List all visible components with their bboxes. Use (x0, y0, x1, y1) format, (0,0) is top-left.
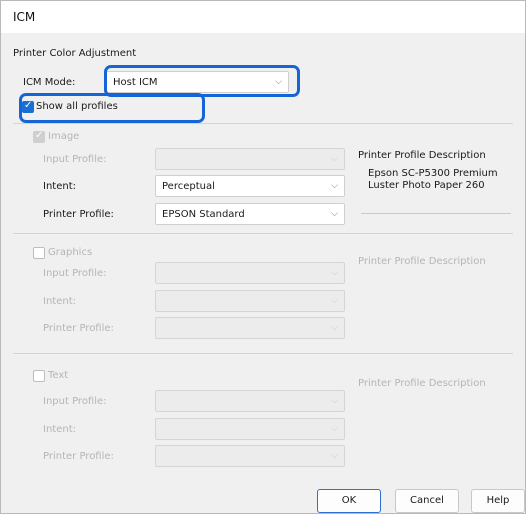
image-printer-profile-select[interactable]: EPSON Standard ⌵ (155, 203, 345, 225)
text-intent-label: Intent: (43, 424, 76, 435)
chevron-down-icon: ⌵ (331, 451, 338, 461)
text-input-profile-select[interactable]: ⌵ (155, 390, 345, 412)
divider (13, 123, 513, 124)
chevron-down-icon: ⌵ (331, 396, 338, 406)
text-intent-select[interactable]: ⌵ (155, 418, 345, 440)
icm-mode-label: ICM Mode: (23, 77, 76, 88)
chevron-down-icon: ⌵ (331, 296, 338, 306)
image-input-profile-label: Input Profile: (43, 154, 107, 165)
ok-button[interactable]: OK (317, 489, 381, 513)
graphics-printer-profile-select[interactable]: ⌵ (155, 317, 345, 339)
image-intent-select[interactable]: Perceptual ⌵ (155, 175, 345, 197)
image-printer-profile-value: EPSON Standard (162, 209, 245, 220)
help-button[interactable]: Help (471, 489, 525, 513)
cancel-button[interactable]: Cancel (395, 489, 459, 513)
text-input-profile-label: Input Profile: (43, 396, 107, 407)
title-bar: ICM (1, 1, 525, 33)
image-label: Image (48, 131, 80, 142)
image-printer-profile-label: Printer Profile: (43, 209, 114, 220)
image-description-line1: Epson SC-P5300 Premium (368, 168, 498, 179)
graphics-checkbox[interactable] (33, 247, 45, 259)
chevron-down-icon: ⌵ (331, 154, 338, 164)
divider (13, 233, 513, 234)
graphics-description-title: Printer Profile Description (358, 256, 486, 267)
image-intent-value: Perceptual (162, 181, 215, 192)
text-printer-profile-select[interactable]: ⌵ (155, 445, 345, 467)
show-all-profiles-highlight (19, 93, 205, 123)
image-description-title: Printer Profile Description (358, 150, 486, 161)
graphics-label: Graphics (48, 247, 93, 258)
divider (13, 353, 513, 354)
image-intent-label: Intent: (43, 181, 76, 192)
image-description-line2: Luster Photo Paper 260 (368, 180, 485, 191)
graphics-intent-label: Intent: (43, 296, 76, 307)
text-description-title: Printer Profile Description (358, 378, 486, 389)
chevron-down-icon: ⌵ (331, 323, 338, 333)
icm-dialog: ICM Printer Color Adjustment ICM Mode: H… (0, 0, 526, 514)
section-title: Printer Color Adjustment (13, 48, 137, 59)
graphics-intent-select[interactable]: ⌵ (155, 290, 345, 312)
graphics-printer-profile-label: Printer Profile: (43, 323, 114, 334)
image-description-underline (361, 213, 511, 214)
graphics-input-profile-label: Input Profile: (43, 268, 107, 279)
text-checkbox[interactable] (33, 370, 45, 382)
text-label: Text (48, 370, 69, 381)
image-checkbox[interactable] (33, 130, 45, 143)
image-input-profile-select[interactable]: ⌵ (155, 148, 345, 170)
chevron-down-icon: ⌵ (331, 424, 338, 434)
window-title: ICM (13, 10, 36, 24)
chevron-down-icon: ⌵ (331, 181, 338, 191)
graphics-input-profile-select[interactable]: ⌵ (155, 262, 345, 284)
chevron-down-icon: ⌵ (331, 268, 338, 278)
text-printer-profile-label: Printer Profile: (43, 451, 114, 462)
chevron-down-icon: ⌵ (331, 209, 338, 219)
